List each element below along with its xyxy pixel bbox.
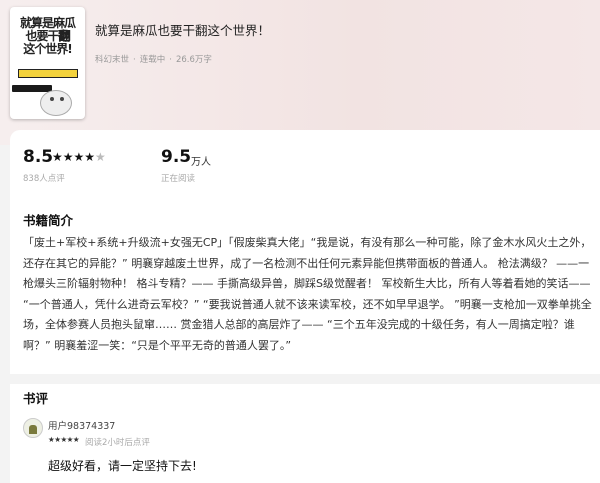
meta-separator: · [169,55,172,65]
rating-stars: ★★★★★ [52,150,106,164]
review-time: 阅读2小时后点评 [85,438,150,448]
readers-unit: 万人 [191,157,211,168]
rating-score: 8.5 [23,147,54,167]
cover-character-illustration [40,90,72,116]
half-star-icon: ★ [95,150,106,164]
book-cover[interactable]: 就算是麻瓜 也要干翻 这个世界! [10,7,85,119]
readers-label: 正在阅读 [161,174,196,184]
cover-decoration [12,85,52,92]
book-title: 就算是麻瓜也要干翻这个世界！ [95,23,271,38]
book-meta: 科幻末世 · 连载中 · 26.6万字 [95,53,216,65]
cover-decoration [50,97,54,101]
rating-count: 838人点评 [23,174,65,184]
user-avatar[interactable] [23,418,43,438]
book-word-count: 26.6万字 [175,55,212,65]
book-genre: 科幻末世 [95,55,130,65]
review-text[interactable]: 超级好看，请一定坚持下去! [48,457,197,474]
readers-count: 9.5 [161,147,192,167]
review-stars: ★★★★★ [48,435,80,444]
book-status: 连载中 [139,55,166,65]
book-detail-card: 8.5 ★★★★★ 838人点评 9.5 万人 正在阅读 书籍简介 「废土+军校… [10,130,600,483]
intro-heading: 书籍简介 [23,213,74,228]
cover-title-art: 就算是麻瓜 也要干翻 这个世界! [19,16,76,56]
cover-decoration [18,69,78,78]
section-divider [10,374,600,384]
review-username[interactable]: 用户98374337 [48,418,115,432]
meta-separator: · [133,55,136,65]
book-header: 就算是麻瓜 也要干翻 这个世界! 就算是麻瓜也要干翻这个世界！ 科幻末世 · 连载中… [0,0,600,145]
reviews-heading: 书评 [23,391,49,406]
cover-decoration [60,97,64,101]
intro-text: 「废土+军校+系统+升级流+女强无CP」「假废柴真大佬」“我是说，有没有那么一种… [23,236,592,352]
